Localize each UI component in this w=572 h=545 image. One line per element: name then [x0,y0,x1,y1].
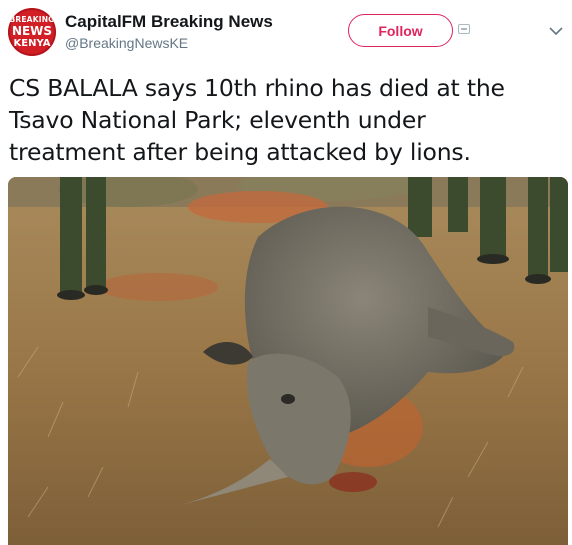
display-name[interactable]: CapitalFM Breaking News [65,12,273,32]
avatar-text-line-1: BREAKING [9,15,55,24]
notifications-icon[interactable] [458,24,470,34]
avatar[interactable]: BREAKING NEWS KENYA [8,8,56,56]
caret-down-icon[interactable] [548,24,564,38]
avatar-text-line-3: KENYA [13,38,51,49]
avatar-text-line-2: NEWS [11,24,53,38]
tweet-photo[interactable] [8,177,568,545]
account-handle[interactable]: @BreakingNewsKE [65,35,188,51]
tweet-text: CS BALALA says 10th rhino has died at th… [9,74,505,166]
rhino-photo [8,177,568,545]
follow-button[interactable]: Follow [348,14,453,47]
